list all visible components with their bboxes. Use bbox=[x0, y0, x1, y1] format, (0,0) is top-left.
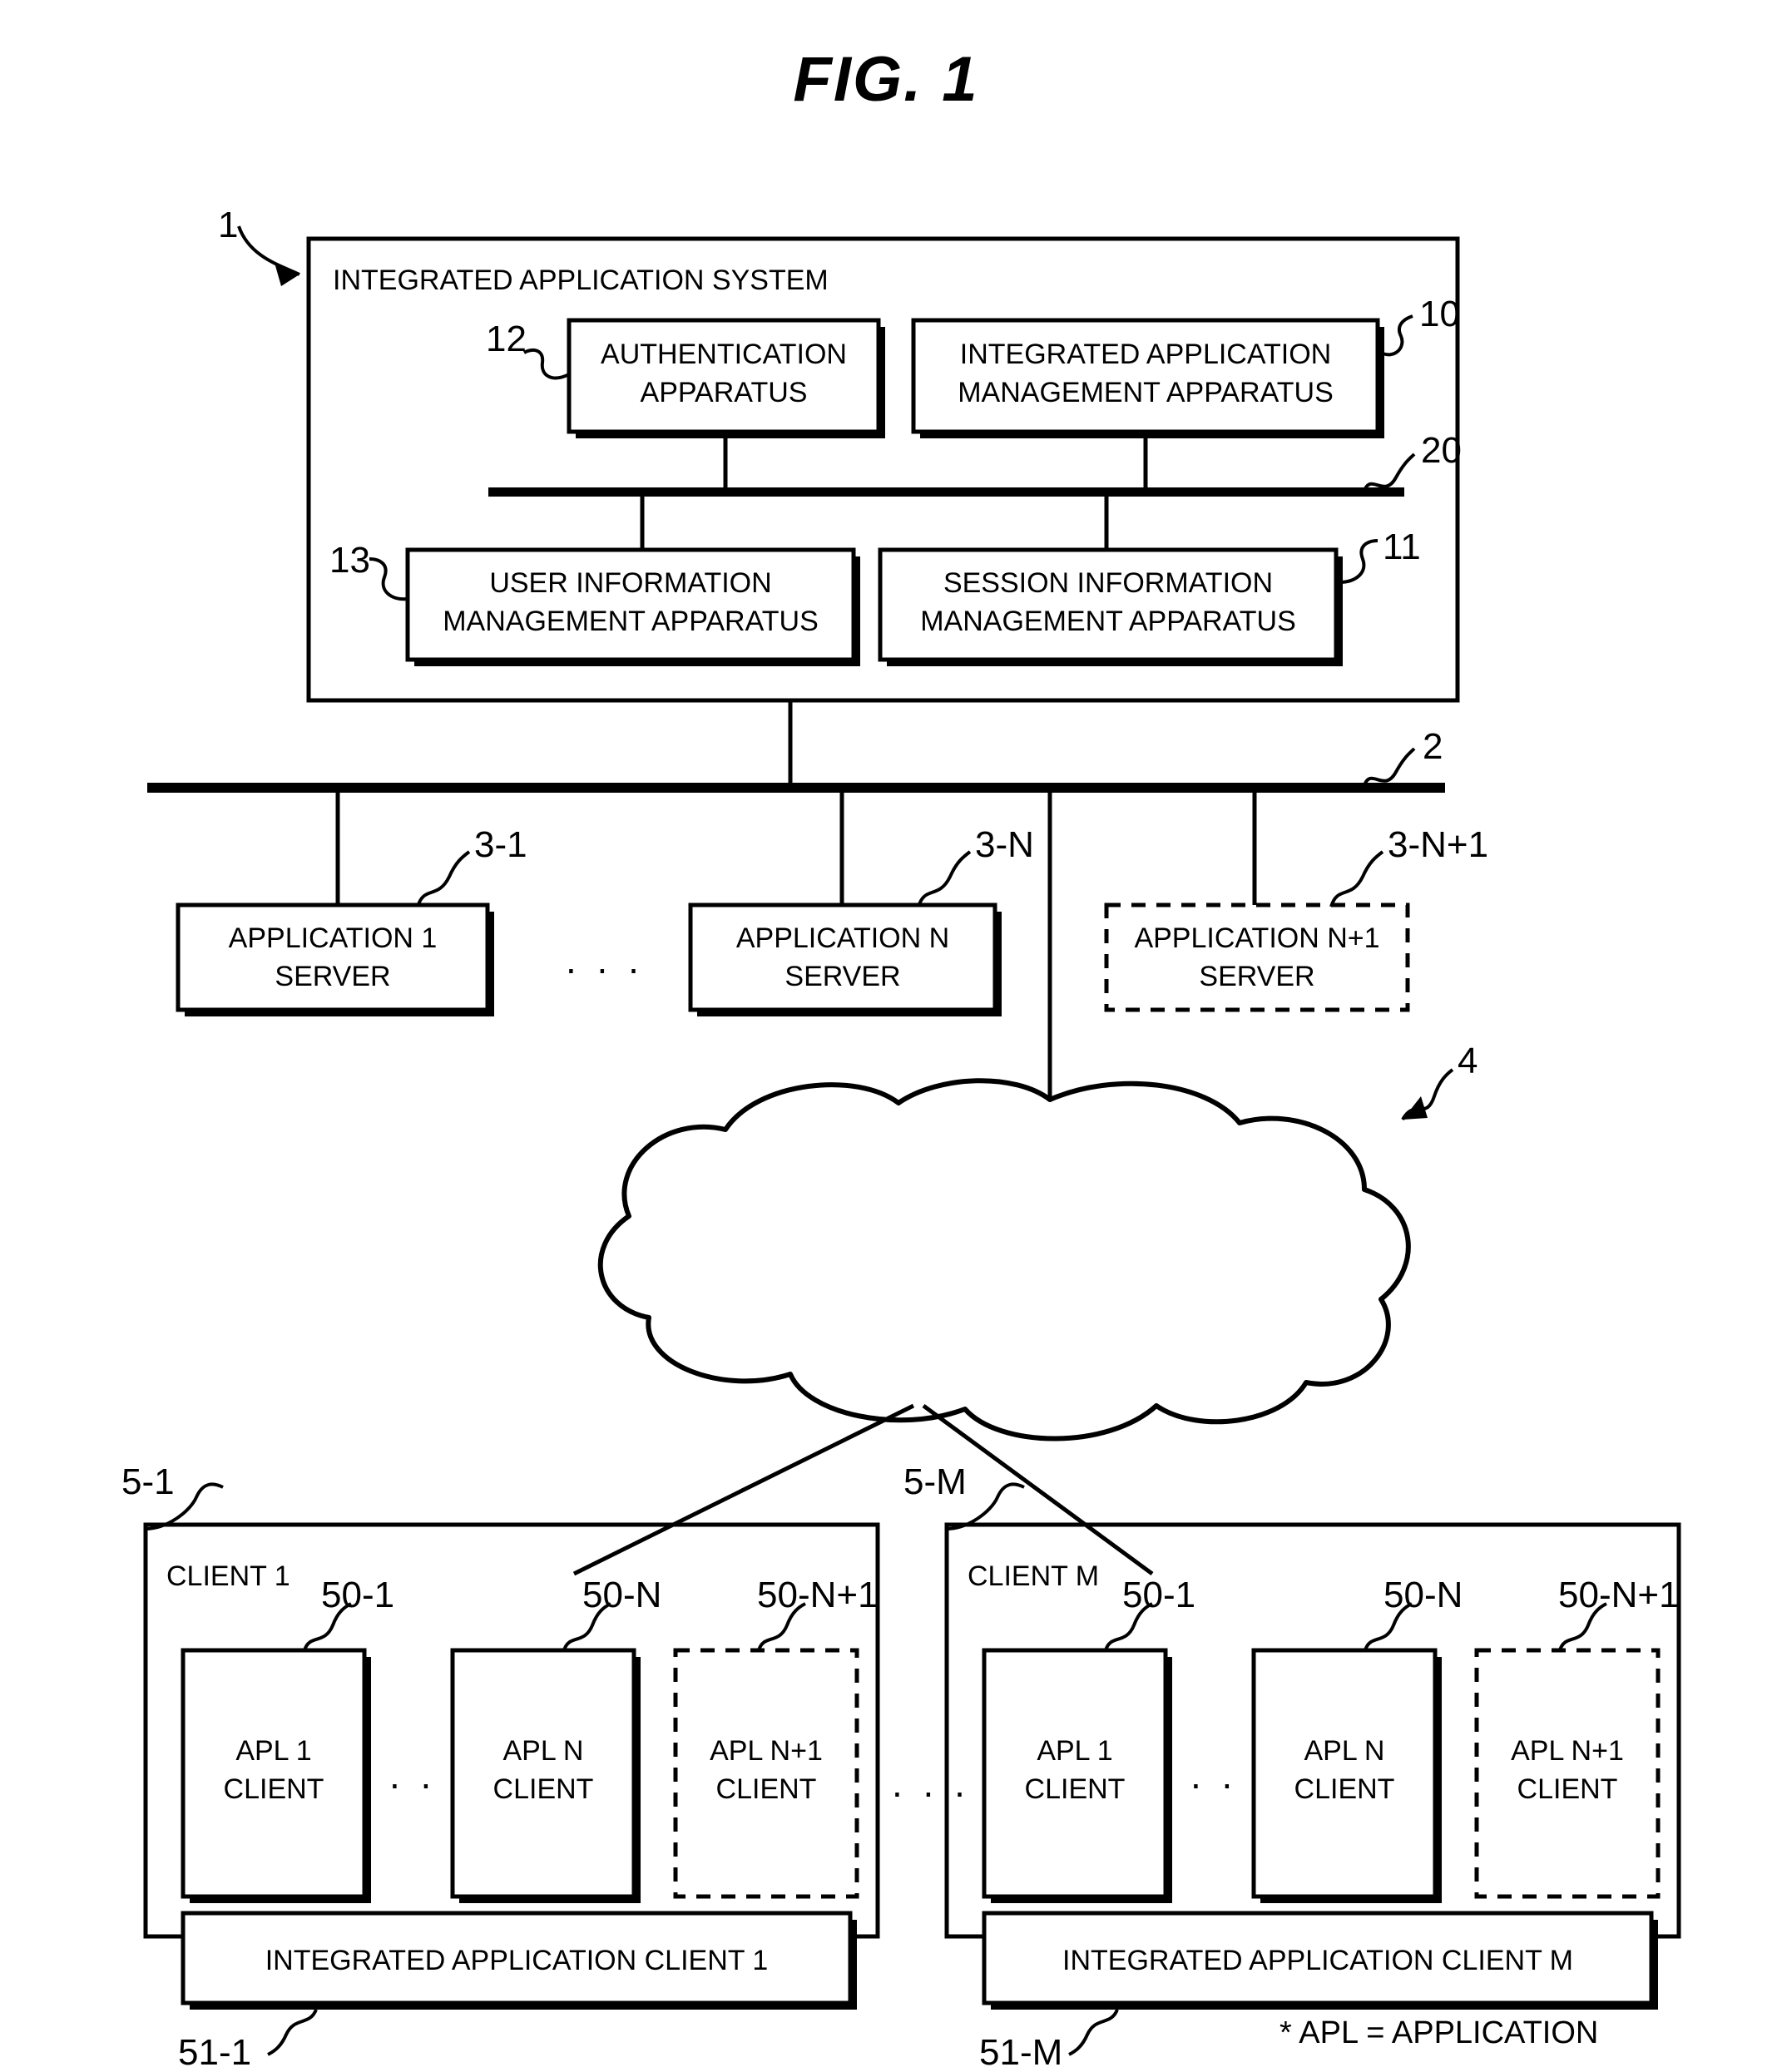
ref-label-client-m: 5-M bbox=[903, 1461, 967, 1502]
authentication-apparatus-label-line1: AUTHENTICATION bbox=[601, 339, 847, 370]
client-m-apl-n-label-line2: CLIENT bbox=[1294, 1773, 1395, 1805]
system-title: INTEGRATED APPLICATION SYSTEM bbox=[333, 265, 829, 296]
client-1-apl-n-plus-1-label-line2: CLIENT bbox=[716, 1773, 817, 1805]
client-m-apl-1-label-line1: APL 1 bbox=[1037, 1735, 1112, 1767]
iam-apparatus-label-line2: MANAGEMENT APPARATUS bbox=[958, 377, 1334, 408]
cloud-to-client-1-link bbox=[572, 1403, 915, 1576]
client-1-apl-n-plus-1-box: APL N+1 CLIENT 50-N+1 bbox=[673, 1575, 879, 1899]
network-bus: 2 bbox=[147, 726, 1445, 793]
client-m-apl-n-plus-1-box: APL N+1 CLIENT 50-N+1 bbox=[1474, 1575, 1680, 1899]
client-1-title: CLIENT 1 bbox=[166, 1560, 290, 1592]
authentication-apparatus-label-line2: APPARATUS bbox=[641, 377, 808, 408]
application-1-server-label-line2: SERVER bbox=[275, 961, 390, 992]
ref-label-client-1-apl-n-plus-1: 50-N+1 bbox=[757, 1575, 879, 1615]
sim-apparatus-label-line2: MANAGEMENT APPARATUS bbox=[920, 606, 1296, 637]
client-m-integrated-label: INTEGRATED APPLICATION CLIENT M bbox=[1062, 1945, 1573, 1976]
ref-label-cloud: 4 bbox=[1458, 1041, 1477, 1081]
application-n-plus-1-server-label-line2: SERVER bbox=[1199, 961, 1314, 992]
application-1-server-label-line1: APPLICATION 1 bbox=[229, 922, 438, 954]
ref-label-client-1: 5-1 bbox=[121, 1461, 175, 1502]
client-1-apl-n-label-line2: CLIENT bbox=[493, 1773, 594, 1805]
authentication-apparatus-box: AUTHENTICATION APPARATUS 12 bbox=[486, 318, 885, 491]
client-m-apl-1-label-line2: CLIENT bbox=[1025, 1773, 1126, 1805]
client-1-container: 5-1 CLIENT 1 APL 1 CLIENT 50-1 . . . APL… bbox=[121, 1461, 880, 2072]
ref-label-client-m-apl-n-plus-1: 50-N+1 bbox=[1558, 1575, 1680, 1615]
client-m-apl-n-plus-1-label-line1: APL N+1 bbox=[1511, 1735, 1624, 1767]
ref-label-application-n-plus-1-server: 3-N+1 bbox=[1388, 824, 1488, 865]
integrated-application-management-apparatus-box: INTEGRATED APPLICATION MANAGEMENT APPARA… bbox=[911, 294, 1460, 491]
client-1-integrated-application-client-box: INTEGRATED APPLICATION CLIENT 1 51-1 bbox=[178, 1911, 857, 2072]
sim-apparatus-label-line1: SESSION INFORMATION bbox=[943, 567, 1273, 599]
session-information-management-apparatus-box: SESSION INFORMATION MANAGEMENT APPARATUS… bbox=[878, 491, 1421, 666]
ref-label-network-bus: 2 bbox=[1423, 726, 1443, 767]
ref-label-client-m-apl-n: 50-N bbox=[1383, 1575, 1463, 1615]
client-1-integrated-label: INTEGRATED APPLICATION CLIENT 1 bbox=[265, 1945, 769, 1976]
ref-label-client-1-integrated: 51-1 bbox=[178, 2032, 251, 2072]
ref-label-client-1-apl-n: 50-N bbox=[582, 1575, 661, 1615]
client-m-apl-n-plus-1-label-line2: CLIENT bbox=[1517, 1773, 1618, 1805]
ref-label-system: 1 bbox=[218, 205, 238, 245]
ref-label-client-m-apl-1: 50-1 bbox=[1122, 1575, 1195, 1615]
ref-label-client-1-apl-1: 50-1 bbox=[321, 1575, 394, 1615]
client-m-container: 5-M CLIENT M APL 1 CLIENT 50-1 . . . APL… bbox=[903, 1461, 1681, 2072]
network-cloud: 4 bbox=[597, 1041, 1477, 1441]
client-m-title: CLIENT M bbox=[968, 1560, 1099, 1592]
clients-ellipsis: . . . bbox=[892, 1762, 970, 1805]
client-m-apl-n-box: APL N CLIENT 50-N bbox=[1251, 1575, 1463, 1903]
application-n-server-label-line2: SERVER bbox=[785, 961, 900, 992]
servers-ellipsis: . . . bbox=[566, 938, 644, 982]
ref-label-application-1-server: 3-1 bbox=[474, 824, 527, 865]
client-m-apl-n-label-line1: APL N bbox=[1304, 1735, 1384, 1767]
patent-figure-diagram: 1 INTEGRATED APPLICATION SYSTEM 20 AUTHE… bbox=[121, 205, 1681, 2072]
ref-label-iam-apparatus: 10 bbox=[1419, 294, 1460, 334]
application-1-server-box: APPLICATION 1 SERVER 3-1 bbox=[176, 793, 527, 1016]
ref-label-sim-apparatus: 11 bbox=[1383, 527, 1421, 567]
user-information-management-apparatus-box: USER INFORMATION MANAGEMENT APPARATUS 13 bbox=[329, 491, 860, 666]
ref-label-authentication-apparatus: 12 bbox=[486, 319, 527, 359]
ref-label-internal-bus: 20 bbox=[1421, 430, 1462, 471]
application-n-server-box: APPLICATION N SERVER 3-N bbox=[688, 793, 1034, 1016]
client-1-apl-n-plus-1-label-line1: APL N+1 bbox=[710, 1735, 823, 1767]
application-n-plus-1-server-box: APPLICATION N+1 SERVER 3-N+1 bbox=[1104, 793, 1488, 1012]
client-1-apl-1-label-line1: APL 1 bbox=[235, 1735, 311, 1767]
client-1-apl-1-label-line2: CLIENT bbox=[224, 1773, 324, 1805]
client-1-apl-n-box: APL N CLIENT 50-N bbox=[450, 1575, 661, 1903]
figure-footnote: * APL = APPLICATION bbox=[1280, 2015, 1598, 2050]
ref-label-uim-apparatus: 13 bbox=[329, 540, 370, 581]
client-m-apl-1-box: APL 1 CLIENT 50-1 bbox=[982, 1575, 1195, 1903]
client-1-apl-1-box: APL 1 CLIENT 50-1 bbox=[181, 1575, 394, 1903]
ref-label-application-n-server: 3-N bbox=[975, 824, 1034, 865]
ref-label-client-m-integrated: 51-M bbox=[979, 2032, 1062, 2072]
application-n-server-label-line1: APPLICATION N bbox=[736, 922, 949, 954]
uim-apparatus-label-line2: MANAGEMENT APPARATUS bbox=[443, 606, 819, 637]
client-1-apl-n-label-line1: APL N bbox=[502, 1735, 583, 1767]
iam-apparatus-label-line1: INTEGRATED APPLICATION bbox=[960, 339, 1331, 370]
application-n-plus-1-server-label-line1: APPLICATION N+1 bbox=[1134, 922, 1379, 954]
uim-apparatus-label-line1: USER INFORMATION bbox=[489, 567, 771, 599]
internal-bus: 20 bbox=[488, 430, 1462, 497]
